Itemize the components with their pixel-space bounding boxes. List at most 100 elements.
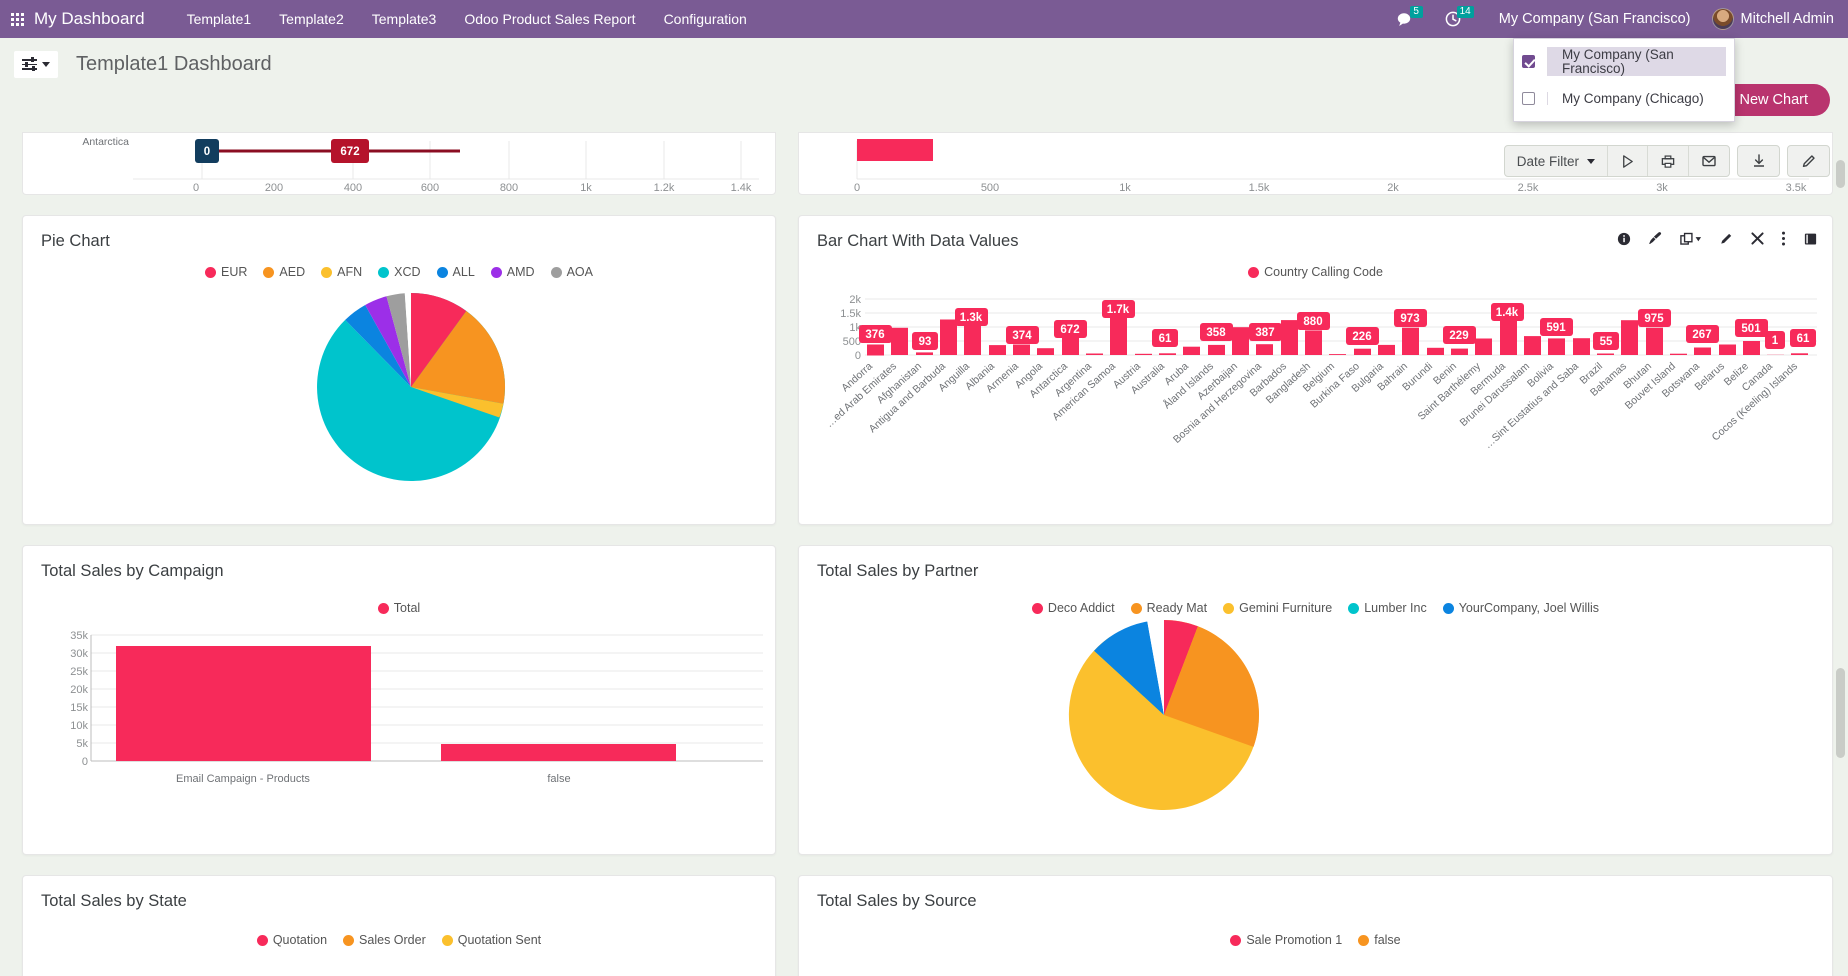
legend-color-dot [263,267,274,278]
card-title: Total Sales by Source [799,876,1832,911]
bar-chart-category-labels: Andorra …ed Arab Emirates Afghanistan An… [823,360,1800,452]
menu-item-template1[interactable]: Template1 [173,0,266,38]
company-dropdown-menu[interactable]: My Company (San Francisco) My Company (C… [1513,38,1735,122]
legend-item-sale-promotion-1[interactable]: Sale Promotion 1 [1230,933,1342,947]
svg-text:61: 61 [1159,333,1172,345]
company-option-chicago[interactable]: My Company (Chicago) [1514,80,1734,117]
filter-settings-button[interactable] [14,51,58,78]
legend-item-xcd[interactable]: XCD [378,265,420,279]
chart-row-3: Total Sales by Campaign Total 35k 30k 25… [22,545,1826,855]
svg-text:35k: 35k [70,630,88,642]
company-option-san-francisco[interactable]: My Company (San Francisco) [1514,43,1734,80]
legend-item-total[interactable]: Total [378,601,420,615]
legend-item-quotation[interactable]: Quotation [257,933,327,947]
edit-dashboard-button[interactable] [1787,145,1830,177]
svg-text:0: 0 [855,350,861,362]
top-navbar: My Dashboard Template1 Template2 Templat… [0,0,1848,38]
legend-label: EUR [221,265,247,279]
checkbox-unchecked-icon[interactable] [1522,92,1535,105]
legend-label: AED [279,265,305,279]
legend-item-afn[interactable]: AFN [321,265,362,279]
svg-text:226: 226 [1352,331,1371,343]
svg-text:2k: 2k [1387,182,1399,194]
state-legend: Quotation Sales Order Quotation Sent [23,933,775,947]
svg-text:0: 0 [854,182,860,194]
legend-item-false[interactable]: false [1358,933,1400,947]
email-button[interactable] [1689,146,1729,176]
legend-item-aed[interactable]: AED [263,265,305,279]
svg-text:0: 0 [193,182,199,194]
svg-text:10k: 10k [70,720,88,732]
duplicate-icon[interactable] [1680,232,1702,246]
axis-category-label: Antarctica [82,136,129,148]
bar-false [441,744,676,761]
brand-title[interactable]: My Dashboard [34,9,145,29]
menu-item-odoo-product-sales-report[interactable]: Odoo Product Sales Report [450,0,649,38]
legend-color-dot [1443,603,1454,614]
legend-color-dot [442,935,453,946]
company-switcher[interactable]: My Company (San Francisco) [1487,11,1703,27]
legend-item-quotation-sent[interactable]: Quotation Sent [442,933,541,947]
bar-chart-legend: Country Calling Code [799,265,1832,279]
user-menu[interactable]: Mitchell Admin [1703,0,1838,38]
legend-color-dot [1248,267,1259,278]
close-icon[interactable] [1751,232,1764,245]
svg-text:93: 93 [919,336,932,348]
campaign-legend: Total [23,601,775,615]
legend-item-eur[interactable]: EUR [205,265,247,279]
vertical-scrollbar-thumb-top[interactable] [1836,160,1845,188]
svg-text:1k: 1k [580,182,592,194]
legend-item-amd[interactable]: AMD [491,265,535,279]
legend-item-ready-mat[interactable]: Ready Mat [1131,601,1207,615]
legend-color-dot [437,267,448,278]
download-button[interactable] [1737,145,1780,177]
print-button[interactable] [1648,146,1689,176]
svg-text:973: 973 [1400,313,1419,325]
envelope-icon [1701,154,1717,168]
legend-label: false [1374,933,1400,947]
legend-item-yourcompany-joel-willis[interactable]: YourCompany, Joel Willis [1443,601,1599,615]
menu-item-configuration[interactable]: Configuration [650,0,761,38]
legend-item-lumber-inc[interactable]: Lumber Inc [1348,601,1427,615]
legend-color-dot [1032,603,1043,614]
edit-pencil-icon[interactable] [1719,231,1734,246]
svg-text:200: 200 [265,182,283,194]
legend-item-aoa[interactable]: AOA [551,265,593,279]
svg-text:30k: 30k [70,648,88,660]
pie-chart-graphic [23,279,775,494]
legend-item-all[interactable]: ALL [437,265,475,279]
legend-item-gemini-furniture[interactable]: Gemini Furniture [1223,601,1332,615]
card-pie-chart: Pie Chart EUR AED AFN XCD ALL AMD AOA [22,215,776,525]
svg-text:672: 672 [1060,324,1079,336]
svg-text:267: 267 [1692,329,1711,341]
date-filter-group: Date Filter [1504,145,1730,177]
legend-item-deco-addict[interactable]: Deco Addict [1032,601,1115,615]
svg-text:800: 800 [500,182,518,194]
menu-item-template2[interactable]: Template2 [265,0,358,38]
svg-text:229: 229 [1449,330,1468,342]
activities-badge: 14 [1457,6,1474,18]
svg-text:500: 500 [843,336,861,348]
vertical-scrollbar-thumb[interactable] [1836,668,1845,758]
info-icon[interactable] [1617,232,1631,246]
company-option-label: My Company (San Francisco) [1547,48,1726,75]
svg-text:501: 501 [1741,323,1761,335]
book-icon[interactable] [1803,232,1818,246]
legend-color-dot [378,267,389,278]
legend-item-sales-order[interactable]: Sales Order [343,933,426,947]
send-button[interactable] [1608,146,1648,176]
card-total-sales-by-source: Total Sales by Source Sale Promotion 1 f… [798,875,1833,976]
menu-item-template3[interactable]: Template3 [358,0,451,38]
send-icon [1620,154,1635,169]
checkbox-checked-icon[interactable] [1522,55,1535,68]
activities-menu[interactable]: 14 [1436,0,1487,38]
legend-label: AFN [337,265,362,279]
svg-text:358: 358 [1206,327,1226,339]
paintbrush-icon[interactable] [1648,231,1663,246]
apps-grid-icon[interactable] [0,13,34,26]
legend-item-country-calling-code[interactable]: Country Calling Code [1248,265,1383,279]
svg-text:387: 387 [1255,327,1274,339]
messages-menu[interactable]: 5 [1388,0,1436,38]
date-filter-dropdown[interactable]: Date Filter [1505,146,1608,176]
more-options-icon[interactable] [1781,231,1786,246]
